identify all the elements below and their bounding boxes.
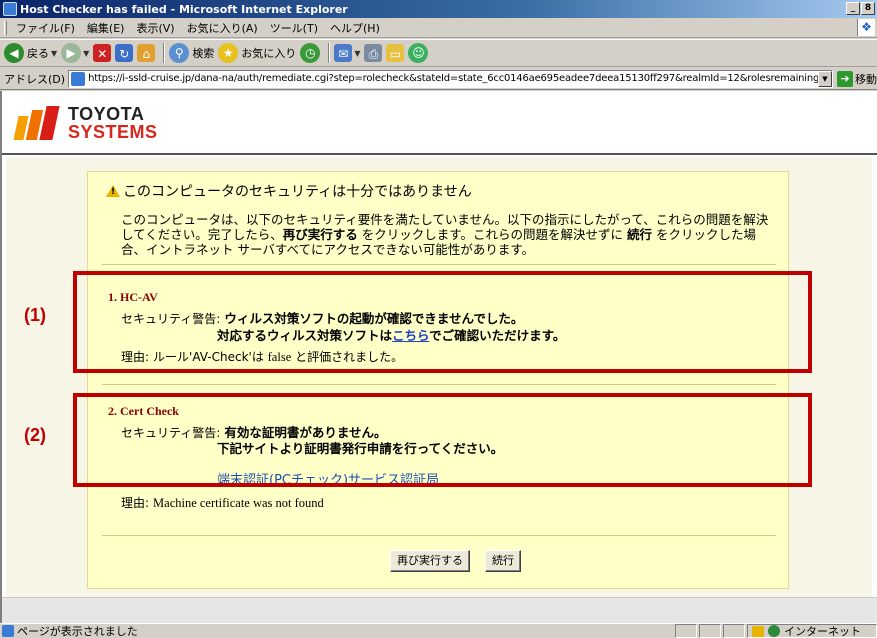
status-panel <box>675 624 697 638</box>
refresh-button[interactable]: ↻ <box>115 42 134 64</box>
annotation-box-2 <box>73 393 812 487</box>
folder-icon: ▭ <box>386 44 405 62</box>
stop-icon: ✕ <box>93 44 112 62</box>
go-arrow-icon: ➔ <box>837 70 853 87</box>
notice-heading-text: このコンピュータのセキュリティは十分ではありません <box>123 184 472 200</box>
logo-mark-icon <box>13 106 62 140</box>
toolbar-separator <box>328 43 331 63</box>
chevron-down-icon[interactable]: ▼ <box>354 49 360 58</box>
page-icon <box>71 71 86 86</box>
hostcheck-notice: ! このコンピュータのセキュリティは十分ではありません このコンピュータは、以下… <box>87 171 789 589</box>
status-panels: インターネット <box>673 624 877 638</box>
star-icon: ★ <box>218 43 239 63</box>
menu-edit[interactable]: 編集(E) <box>81 20 131 36</box>
mail-button[interactable]: ✉ ▼ <box>334 42 360 64</box>
print-button[interactable]: ⎙ <box>364 42 383 64</box>
windows-logo-icon: ❖ <box>857 19 875 36</box>
window-controls: _ 8 <box>846 2 875 15</box>
refresh-icon: ↻ <box>115 44 134 62</box>
toolbar-separator <box>163 43 166 63</box>
section-cert-reason: 理由: Machine certificate was not found <box>121 496 324 510</box>
maximize-button[interactable]: 8 <box>861 2 875 15</box>
toolbar: ◀ 戻る ▼ ▶ ▼ ✕ ↻ ⌂ ⚲ 検索 ★ お気に入り ◷ ✉ ▼ ⎙ ▭ … <box>0 39 877 67</box>
buttons-divider <box>102 535 776 536</box>
warning-icon: ! <box>106 185 120 197</box>
go-button[interactable]: ➔ 移動 <box>837 70 877 87</box>
annotation-label-2: (2) <box>24 425 46 445</box>
favorites-button[interactable]: ★ お気に入り <box>218 42 296 64</box>
status-text: ページが表示されました <box>17 625 138 638</box>
menu-grip <box>4 20 7 35</box>
chevron-down-icon[interactable]: ▼ <box>818 70 832 87</box>
annotation-label-1: (1) <box>24 305 46 325</box>
chevron-down-icon[interactable]: ▼ <box>83 49 89 58</box>
edit-button[interactable]: ▭ <box>386 42 405 64</box>
address-label: アドレス(D) <box>4 72 66 86</box>
address-url[interactable]: https://i-ssld-cruise.jp/dana-na/auth/re… <box>88 73 818 84</box>
search-label: 検索 <box>192 47 215 60</box>
page-header: TOYOTA SYSTEMS <box>2 91 877 157</box>
status-bar: ページが表示されました インターネット <box>0 623 877 638</box>
lock-icon <box>752 625 764 637</box>
company-logo: TOYOTA SYSTEMS <box>13 104 158 142</box>
stop-button[interactable]: ✕ <box>93 42 112 64</box>
security-zone: インターネット <box>747 624 877 638</box>
back-button[interactable]: ◀ 戻る ▼ <box>4 42 57 64</box>
history-button[interactable]: ◷ <box>300 42 321 64</box>
forward-button[interactable]: ▶ ▼ <box>61 42 89 64</box>
menu-bar: ファイル(F) 編集(E) 表示(V) お気に入り(A) ツール(T) ヘルプ(… <box>0 18 877 38</box>
retry-emphasis: 再び実行する <box>282 227 358 242</box>
search-button[interactable]: ⚲ 検索 <box>169 42 214 64</box>
search-icon: ⚲ <box>169 43 190 63</box>
status-panel <box>723 624 745 638</box>
continue-button[interactable]: 続行 <box>485 550 521 572</box>
reason-label: 理由: <box>121 496 150 510</box>
favorites-label: お気に入り <box>241 47 297 60</box>
logo-line1: TOYOTA <box>68 104 145 124</box>
menu-help[interactable]: ヘルプ(H) <box>324 20 386 36</box>
notice-body: このコンピュータは、以下のセキュリティ要件を満たしていません。以下の指示にしたが… <box>121 212 769 257</box>
minimize-button[interactable]: _ <box>846 2 860 15</box>
menu-view[interactable]: 表示(V) <box>130 20 180 36</box>
zone-label: インターネット <box>784 625 861 638</box>
window-title: Host Checker has failed - Microsoft Inte… <box>20 2 348 16</box>
window-title-bar: Host Checker has failed - Microsoft Inte… <box>0 0 877 18</box>
address-bar: アドレス(D) https://i-ssld-cruise.jp/dana-na… <box>0 68 877 90</box>
home-icon: ⌂ <box>137 44 156 62</box>
menu-favorites[interactable]: お気に入り(A) <box>181 20 264 36</box>
page-viewport: TOYOTA SYSTEMS ! このコンピュータのセキュリティは十分ではありま… <box>0 91 877 623</box>
forward-arrow-icon: ▶ <box>61 43 82 63</box>
section-divider <box>102 384 776 385</box>
notice-heading: ! このコンピュータのセキュリティは十分ではありません <box>106 181 472 201</box>
menu-tools[interactable]: ツール(T) <box>264 20 324 36</box>
mail-icon: ✉ <box>334 44 353 62</box>
messenger-icon: ☺ <box>408 43 429 63</box>
history-icon: ◷ <box>300 43 321 63</box>
retry-button[interactable]: 再び実行する <box>390 550 470 572</box>
ie-app-icon <box>3 2 17 16</box>
notice-divider <box>102 264 776 265</box>
print-icon: ⎙ <box>364 44 383 62</box>
annotation-box-1 <box>73 271 812 373</box>
messenger-button[interactable]: ☺ <box>408 42 429 64</box>
page-footer <box>2 597 877 623</box>
globe-icon <box>768 625 780 637</box>
status-panel <box>699 624 721 638</box>
header-divider <box>2 153 877 155</box>
page-done-icon <box>2 625 14 637</box>
continue-emphasis: 続行 <box>626 227 652 242</box>
go-label: 移動 <box>855 72 877 86</box>
home-button[interactable]: ⌂ <box>137 42 156 64</box>
address-input[interactable]: https://i-ssld-cruise.jp/dana-na/auth/re… <box>68 69 833 88</box>
logo-line2: SYSTEMS <box>68 122 158 142</box>
back-arrow-icon: ◀ <box>4 43 24 63</box>
chevron-down-icon[interactable]: ▼ <box>51 49 57 58</box>
back-label: 戻る <box>27 47 49 60</box>
menu-file[interactable]: ファイル(F) <box>10 20 81 36</box>
